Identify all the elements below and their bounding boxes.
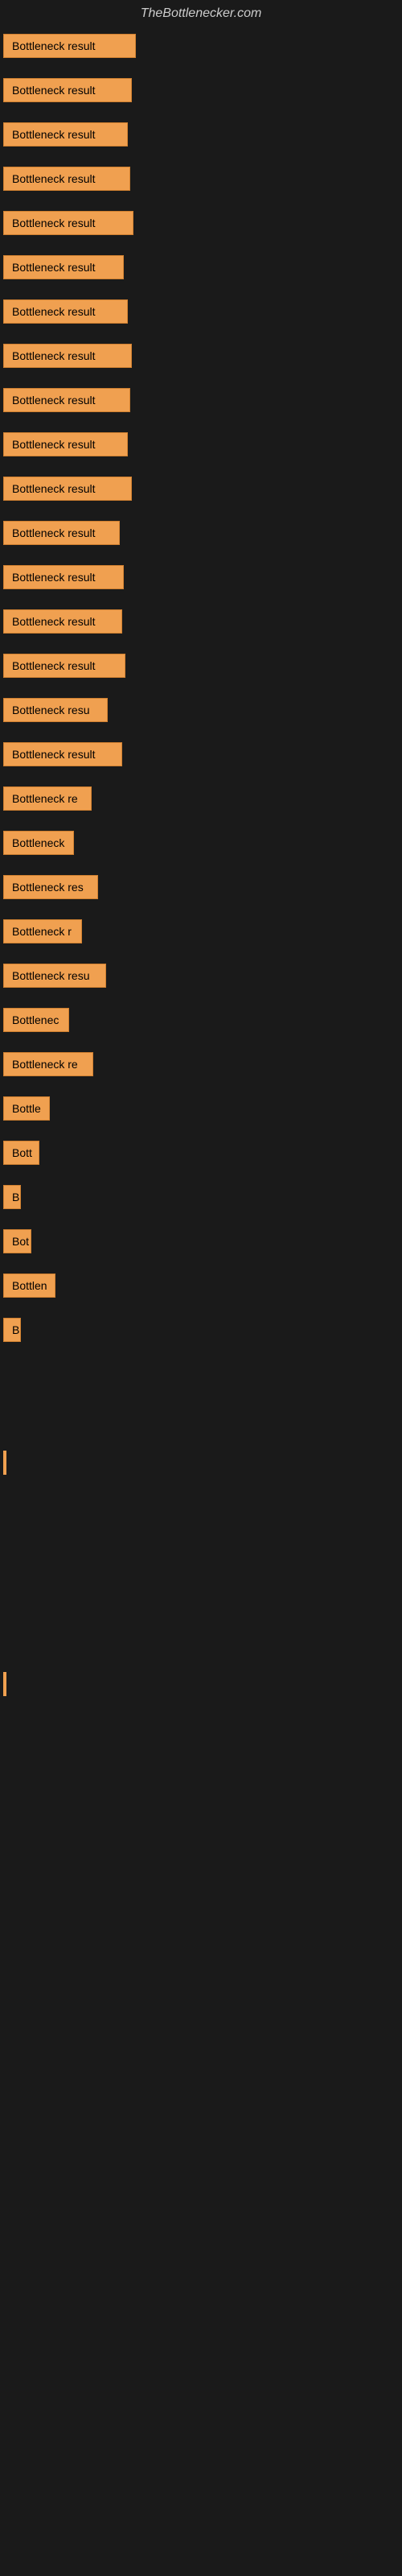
list-item: Bottleneck result xyxy=(0,337,402,382)
list-item: Bottleneck result xyxy=(0,27,402,72)
bottleneck-result-label: Bottleneck result xyxy=(3,432,128,456)
list-item: Bottleneck result xyxy=(0,603,402,647)
list-item xyxy=(0,1666,402,1710)
list-item: Bottle xyxy=(0,1090,402,1134)
list-item: Bottlenec xyxy=(0,1001,402,1046)
list-item: Bottleneck result xyxy=(0,736,402,780)
bottleneck-result-label: Bottleneck result xyxy=(3,477,132,501)
bottleneck-result-label: Bottleneck result xyxy=(3,344,132,368)
list-item: Bottleneck xyxy=(0,824,402,869)
list-item xyxy=(0,1533,402,1577)
bottleneck-result-label: B xyxy=(3,1185,21,1209)
list-item xyxy=(0,1444,402,1488)
bottleneck-result-label: Bottlen xyxy=(3,1274,55,1298)
list-item: Bott xyxy=(0,1134,402,1179)
bottleneck-result-label: Bottleneck result xyxy=(3,654,125,678)
list-item: Bottleneck result xyxy=(0,160,402,204)
list-item xyxy=(0,1621,402,1666)
list-item: Bottleneck result xyxy=(0,382,402,426)
list-item xyxy=(0,1488,402,1533)
bottleneck-result-label: Bottleneck r xyxy=(3,919,82,943)
bottleneck-result-label: Bot xyxy=(3,1229,31,1253)
list-item: Bottleneck result xyxy=(0,470,402,514)
list-item: Bottleneck result xyxy=(0,204,402,249)
bottleneck-result-label: Bottleneck res xyxy=(3,875,98,899)
list-item: Bottleneck result xyxy=(0,426,402,470)
bottleneck-result-label: Bottleneck re xyxy=(3,1052,93,1076)
list-item: Bottleneck resu xyxy=(0,691,402,736)
bottleneck-result-label: Bottlenec xyxy=(3,1008,69,1032)
bottleneck-result-label: Bottleneck result xyxy=(3,388,130,412)
list-item: Bottleneck resu xyxy=(0,957,402,1001)
list-item: Bottleneck re xyxy=(0,1046,402,1090)
list-item: Bottleneck result xyxy=(0,293,402,337)
bottleneck-result-label: Bottleneck result xyxy=(3,78,132,102)
bar-indicator xyxy=(3,1451,6,1475)
bottleneck-result-label: Bottleneck result xyxy=(3,521,120,545)
list-item: Bottleneck re xyxy=(0,780,402,824)
list-item: Bottleneck result xyxy=(0,647,402,691)
list-item: Bottlen xyxy=(0,1267,402,1311)
bottleneck-result-label: Bottleneck result xyxy=(3,299,128,324)
bottleneck-result-label: Bottleneck result xyxy=(3,211,133,235)
list-item: Bottleneck result xyxy=(0,72,402,116)
bottleneck-result-label: Bottleneck xyxy=(3,831,74,855)
list-item: Bot xyxy=(0,1223,402,1267)
bar-indicator xyxy=(3,1672,6,1696)
site-title: TheBottlenecker.com xyxy=(0,0,402,27)
list-item: Bottleneck result xyxy=(0,514,402,559)
list-item: Bottleneck res xyxy=(0,869,402,913)
bottleneck-result-label: Bottleneck result xyxy=(3,742,122,766)
bottleneck-result-label: Bottleneck re xyxy=(3,786,92,811)
list-item: B xyxy=(0,1311,402,1356)
bottleneck-result-label: Bottleneck result xyxy=(3,565,124,589)
list-item xyxy=(0,1400,402,1444)
bottleneck-result-label: B xyxy=(3,1318,21,1342)
list-item: Bottleneck result xyxy=(0,559,402,603)
list-item: Bottleneck r xyxy=(0,913,402,957)
list-item: Bottleneck result xyxy=(0,249,402,293)
list-item: B xyxy=(0,1179,402,1223)
bottleneck-result-label: Bottleneck resu xyxy=(3,698,108,722)
list-item xyxy=(0,1577,402,1621)
bottleneck-result-label: Bottleneck result xyxy=(3,34,136,58)
bottleneck-result-label: Bottleneck result xyxy=(3,167,130,191)
list-item: Bottleneck result xyxy=(0,116,402,160)
bottleneck-result-label: Bottle xyxy=(3,1096,50,1121)
bottleneck-list: Bottleneck result Bottleneck result Bottle… xyxy=(0,27,402,1710)
bottleneck-result-label: Bott xyxy=(3,1141,39,1165)
bottleneck-result-label: Bottleneck result xyxy=(3,609,122,634)
bottleneck-result-label: Bottleneck result xyxy=(3,122,128,147)
bottleneck-result-label: Bottleneck resu xyxy=(3,964,106,988)
bottleneck-result-label: Bottleneck result xyxy=(3,255,124,279)
list-item xyxy=(0,1356,402,1400)
